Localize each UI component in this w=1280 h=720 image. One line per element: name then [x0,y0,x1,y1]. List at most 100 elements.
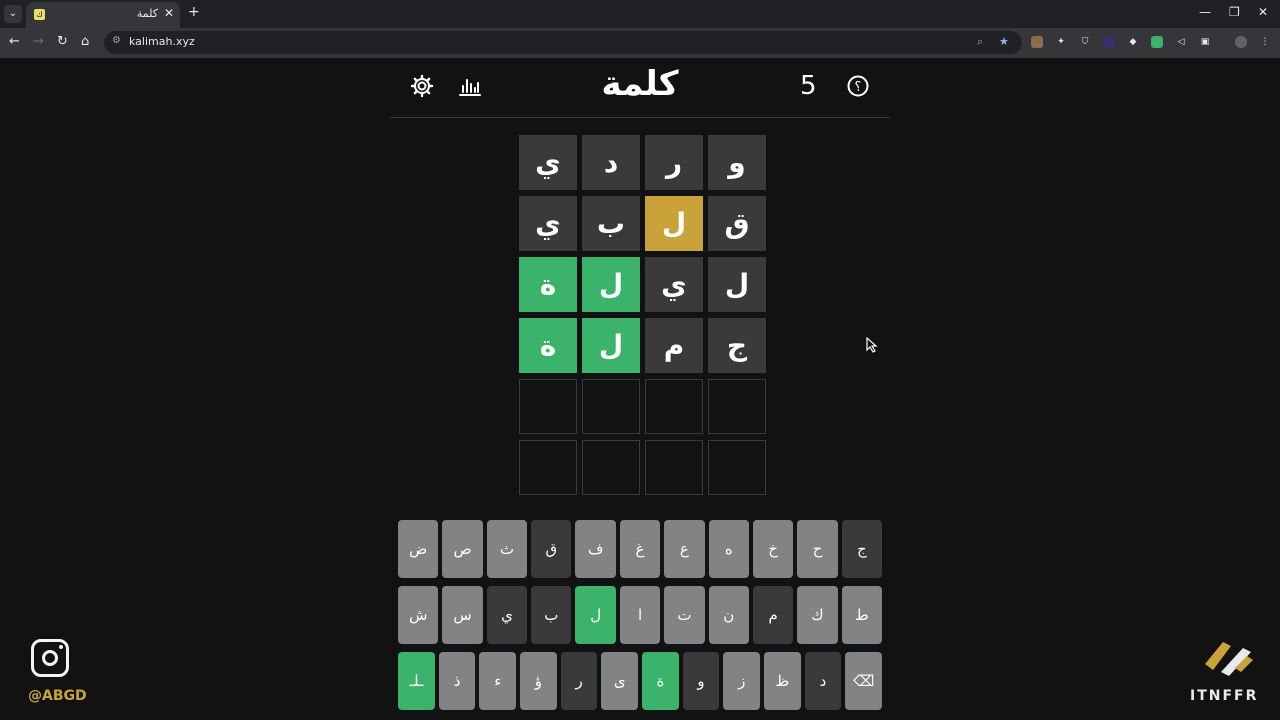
browser-toolbar: ← → ↻ ⌂ ⚙ kalimah.xyz ⌕ ★ ✦ ⛉ ◆ ◁ ▣ ⋮ [0,28,1280,58]
grid-tile: ل [582,257,640,312]
counter-value: 5 [800,71,817,101]
tab-search-button[interactable]: ⌄ [4,5,22,23]
shield-icon[interactable]: ⛉ [1079,36,1091,48]
keyboard-key[interactable]: ج [841,520,882,578]
keyboard-key[interactable]: ت [664,586,705,644]
keyboard-key[interactable]: ف [575,520,616,578]
extension-icon[interactable]: ✦ [1055,36,1067,48]
minimize-button[interactable]: — [1199,5,1211,19]
watermark-handle: @ABGD [28,688,87,704]
keyboard-row: ⌫ د ظ ز و ة ى ر ؤ ء ذ ـلـ [398,652,882,710]
back-button[interactable]: ← [9,34,20,49]
keyboard-key[interactable]: ك [797,586,838,644]
keyboard-key[interactable]: خ [752,520,794,578]
grid-row [516,440,766,495]
bookmark-star-icon[interactable]: ★ [999,35,1009,48]
grid-tile: ي [519,135,577,190]
grid-tile: ق [708,196,766,251]
grid-tile: م [645,318,703,373]
keyboard-key[interactable]: ه [708,520,749,578]
grid-tile: ر [645,135,703,190]
close-window-button[interactable]: ✕ [1258,5,1268,19]
keyboard-key[interactable]: ع [664,520,705,578]
letter-grid: ورديقلبيليلةجملة [516,135,766,501]
grid-tile [582,440,640,495]
game-header: كلمة 5 ؟ [390,58,890,118]
keyboard-key[interactable]: ى [601,652,639,710]
keyboard-key[interactable]: ض [398,520,439,578]
menu-icon[interactable]: ⋮ [1259,36,1271,48]
keyboard-key[interactable]: ا [619,586,661,644]
reload-button[interactable]: ↻ [57,34,68,49]
keyboard-key[interactable]: و [682,652,720,710]
enter-key[interactable]: ـلـ [398,652,435,710]
keyboard-key[interactable]: ء [479,652,517,710]
keyboard-key[interactable]: ل [575,586,616,644]
keyboard-key[interactable]: ح [797,520,838,578]
grid-row: جملة [516,318,766,373]
grid-tile: ل [708,257,766,312]
tab-title: كلمة [136,7,158,20]
on-screen-keyboard: ج ح خ ه ع غ ف ق ث ص ض ط ك م ن ت ا ل ب ي س ش ⌫ د ظ ز و ة ى ر ؤ ء ذ ـلـ [398,520,882,718]
favicon-icon: ك [34,9,45,20]
home-button[interactable]: ⌂ [81,34,89,49]
backspace-key[interactable]: ⌫ [845,652,882,710]
grid-tile [645,379,703,434]
grid-row [516,379,766,434]
grid-tile: ل [582,318,640,373]
svg-text:؟: ؟ [855,80,862,95]
grid-tile: ة [519,318,577,373]
grid-row: قلبي [516,196,766,251]
extension-icon[interactable]: ◆ [1127,36,1139,48]
keyboard-key[interactable]: ص [442,520,483,578]
keyboard-key[interactable]: ش [398,586,439,644]
address-bar[interactable]: ⚙ kalimah.xyz ⌕ ★ [104,31,1022,54]
keyboard-row: طكمنتالبيسش [398,586,882,644]
grid-tile [708,379,766,434]
keyboard-key[interactable]: م [752,586,794,644]
grid-tile [708,440,766,495]
browser-chrome: ⌄ ك كلمة ✕ + — ❐ ✕ ← → ↻ ⌂ ⚙ kalimah.xyz… [0,0,1280,58]
keyboard-key[interactable]: ط [841,586,882,644]
new-tab-button[interactable]: + [188,4,200,20]
active-tab[interactable]: ك كلمة ✕ [26,2,180,28]
keyboard-key[interactable]: ؤ [520,652,557,710]
extension-icon[interactable] [1031,36,1043,48]
grid-tile [645,440,703,495]
grid-tile [519,379,577,434]
mouse-cursor-icon [866,337,878,353]
keyboard-key[interactable]: ذ [438,652,476,710]
url-text[interactable]: kalimah.xyz [129,35,195,48]
help-icon[interactable]: ؟ [846,74,870,98]
zoom-icon[interactable]: ⌕ [977,35,983,49]
grid-row: ليلة [516,257,766,312]
keyboard-key[interactable]: د [804,652,842,710]
instagram-icon [31,639,69,677]
keyboard-key[interactable]: ب [531,586,572,644]
mute-icon[interactable]: ◁ [1175,36,1187,48]
keyboard-key[interactable]: ر [560,652,598,710]
grid-tile [582,379,640,434]
forward-button[interactable]: → [33,34,44,49]
extensions-puzzle-icon[interactable]: ▣ [1199,36,1211,48]
grid-tile [519,440,577,495]
extension-icon[interactable] [1103,36,1115,48]
brand-logo-icon [1205,642,1253,676]
keyboard-key[interactable]: غ [619,520,661,578]
keyboard-key[interactable]: ظ [764,652,801,710]
keyboard-key[interactable]: ق [531,520,572,578]
close-tab-icon[interactable]: ✕ [164,6,174,20]
keyboard-key[interactable]: س [442,586,483,644]
keyboard-key[interactable]: ن [708,586,749,644]
profile-avatar[interactable] [1235,36,1247,48]
grid-tile: ة [519,257,577,312]
keyboard-key[interactable]: ة [642,652,679,710]
extension-icon[interactable] [1151,36,1163,48]
grid-tile: ي [519,196,577,251]
restore-button[interactable]: ❐ [1229,5,1240,19]
keyboard-key[interactable]: ز [723,652,761,710]
keyboard-key[interactable]: ث [486,520,528,578]
site-info-icon[interactable]: ⚙ [112,35,121,46]
keyboard-key[interactable]: ي [486,586,528,644]
game-page: كلمة 5 ؟ ورديقلبيليلةجملة جحخهعغفقثصضطكم… [0,58,1280,720]
